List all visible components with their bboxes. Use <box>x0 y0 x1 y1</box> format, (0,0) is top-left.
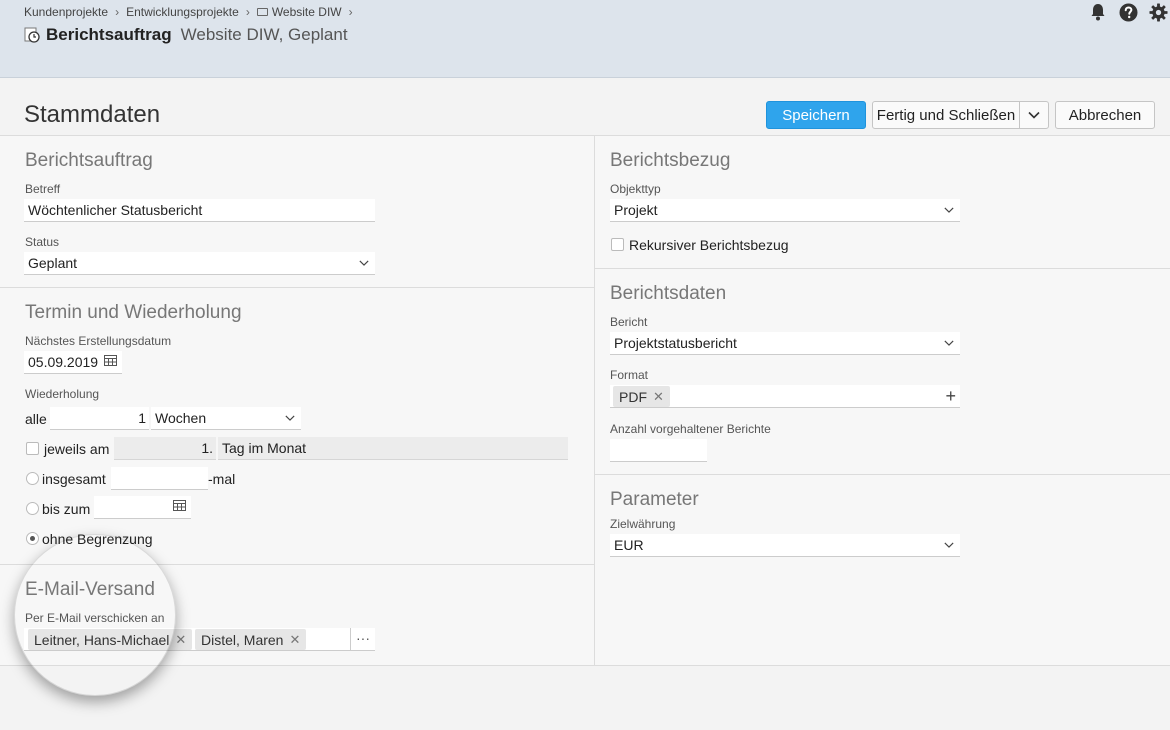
remove-format-icon[interactable]: ✕ <box>653 389 664 405</box>
breadcrumb-item-kundenprojekte[interactable]: Kundenprojekte <box>24 5 108 19</box>
title-row: Berichtsauftrag Website DIW, Geplant <box>24 25 348 45</box>
section-title-berichtsauftrag: Berichtsauftrag <box>25 150 153 171</box>
folder-icon <box>256 8 268 16</box>
field-divider <box>350 628 351 651</box>
recipient-tag: Distel, Maren ✕ <box>195 629 307 650</box>
chevron-down-icon <box>944 542 954 548</box>
section-heading-stammdaten: Stammdaten <box>24 101 161 128</box>
anzahl-input[interactable] <box>610 439 707 462</box>
rekursiv-label: Rekursiver Berichtsbezug <box>629 237 789 253</box>
chevron-down-icon <box>359 260 369 266</box>
waehrung-label: Zielwährung <box>610 517 676 531</box>
remove-recipient-icon[interactable]: ✕ <box>289 632 300 648</box>
header-icons <box>1088 2 1168 22</box>
jeweils-unit-value: Tag im Monat <box>222 440 307 456</box>
more-options-icon[interactable]: ··· <box>356 630 370 646</box>
section-title-parameter: Parameter <box>610 489 699 510</box>
breadcrumb-separator: › <box>348 5 353 19</box>
chevron-down-icon <box>944 207 954 213</box>
page-title-sub: Website DIW, Geplant <box>180 25 348 44</box>
done-and-close-button[interactable]: Fertig und Schließen <box>872 101 1020 129</box>
status-label: Status <box>25 235 60 249</box>
page-title-main: Berichtsauftrag <box>46 25 172 44</box>
section-title-berichtsdaten: Berichtsdaten <box>610 283 727 304</box>
anzahl-label: Anzahl vorgehaltener Berichte <box>610 422 771 436</box>
next-date-label: Nächstes Erstellungsdatum <box>25 334 172 348</box>
email-recipients-label: Per E-Mail verschicken an <box>25 611 165 625</box>
bell-icon[interactable] <box>1088 2 1108 22</box>
gear-icon[interactable] <box>1148 2 1168 22</box>
bericht-value: Projektstatusbericht <box>614 335 737 351</box>
objekttyp-label: Objekttyp <box>610 182 661 196</box>
section-title-email: E-Mail-Versand <box>25 579 155 600</box>
chevron-down-icon <box>1028 111 1040 119</box>
interval-count-value: 1 <box>138 410 146 426</box>
insgesamt-radio[interactable] <box>26 472 39 485</box>
section-divider <box>595 268 1170 269</box>
calendar-icon[interactable] <box>173 500 186 511</box>
status-select[interactable]: Geplant <box>24 252 375 275</box>
recipient-name: Distel, Maren <box>201 631 284 648</box>
bericht-label: Bericht <box>610 315 648 329</box>
help-icon[interactable] <box>1118 2 1138 22</box>
insgesamt-input[interactable] <box>111 467 208 490</box>
interval-unit-value: Wochen <box>155 410 207 426</box>
jeweils-unit-select[interactable]: Tag im Monat <box>218 437 568 460</box>
waehrung-select[interactable]: EUR <box>610 534 960 557</box>
breadcrumb: Kundenprojekte › Entwicklungsprojekte › … <box>24 5 360 19</box>
interval-unit-select[interactable]: Wochen <box>151 407 301 430</box>
betreff-value: Wöchtenlicher Statusbericht <box>28 202 203 218</box>
format-tag: PDF ✕ <box>613 386 670 407</box>
section-title-berichtsbezug: Berichtsbezug <box>610 150 731 171</box>
chevron-down-icon <box>285 415 295 421</box>
objekttyp-select[interactable]: Projekt <box>610 199 960 222</box>
format-label: Format <box>610 368 649 382</box>
interval-count-input[interactable]: 1 <box>50 407 149 430</box>
alle-label: alle <box>25 411 47 427</box>
jeweils-checkbox[interactable] <box>26 442 39 455</box>
rekursiv-checkbox[interactable] <box>611 238 624 251</box>
betreff-input[interactable]: Wöchtenlicher Statusbericht <box>24 199 375 222</box>
bis-zum-date-input[interactable] <box>94 496 191 519</box>
betreff-label: Betreff <box>25 182 61 196</box>
bis-zum-radio[interactable] <box>26 502 39 515</box>
breadcrumb-separator: › <box>115 5 120 19</box>
status-value: Geplant <box>28 255 78 271</box>
calendar-icon[interactable] <box>104 355 117 366</box>
ohne-begrenzung-label: ohne Begrenzung <box>42 531 153 547</box>
add-icon[interactable]: + <box>945 385 956 407</box>
section-divider <box>0 287 594 288</box>
done-options-dropdown-button[interactable] <box>1019 101 1049 129</box>
page-header: Kundenprojekte › Entwicklungsprojekte › … <box>0 0 1170 78</box>
ohne-begrenzung-radio[interactable] <box>26 532 39 545</box>
mal-label: -mal <box>208 471 236 487</box>
recipient-tag: Leitner, Hans-Michael ✕ <box>28 629 193 650</box>
next-date-input[interactable]: 05.09.2019 <box>24 351 122 374</box>
remove-recipient-icon[interactable]: ✕ <box>175 632 186 648</box>
bericht-select[interactable]: Projektstatusbericht <box>610 332 960 355</box>
bis-zum-label: bis zum <box>42 501 91 517</box>
cancel-button[interactable]: Abbrechen <box>1055 101 1155 129</box>
chevron-down-icon <box>944 340 954 346</box>
section-divider <box>595 474 1170 475</box>
format-tag-label: PDF <box>619 388 647 405</box>
breadcrumb-item-website-diw[interactable]: Website DIW <box>272 5 342 19</box>
section-title-termin: Termin und Wiederholung <box>25 302 242 323</box>
insgesamt-label: insgesamt <box>42 471 106 487</box>
recipient-name: Leitner, Hans-Michael <box>34 631 170 648</box>
jeweils-day-input[interactable]: 1. <box>114 437 216 460</box>
section-divider <box>0 564 594 565</box>
jeweils-day-value: 1. <box>201 440 213 456</box>
column-divider <box>594 135 595 666</box>
save-button[interactable]: Speichern <box>766 101 866 129</box>
jeweils-label: jeweils am <box>44 441 110 457</box>
repeat-label: Wiederholung <box>25 387 100 401</box>
breadcrumb-item-entwicklungsprojekte[interactable]: Entwicklungsprojekte <box>126 5 239 19</box>
report-clock-icon <box>24 27 40 43</box>
next-date-value: 05.09.2019 <box>28 354 99 370</box>
waehrung-value: EUR <box>614 537 644 553</box>
objekttyp-value: Projekt <box>614 202 658 218</box>
breadcrumb-separator: › <box>245 5 250 19</box>
